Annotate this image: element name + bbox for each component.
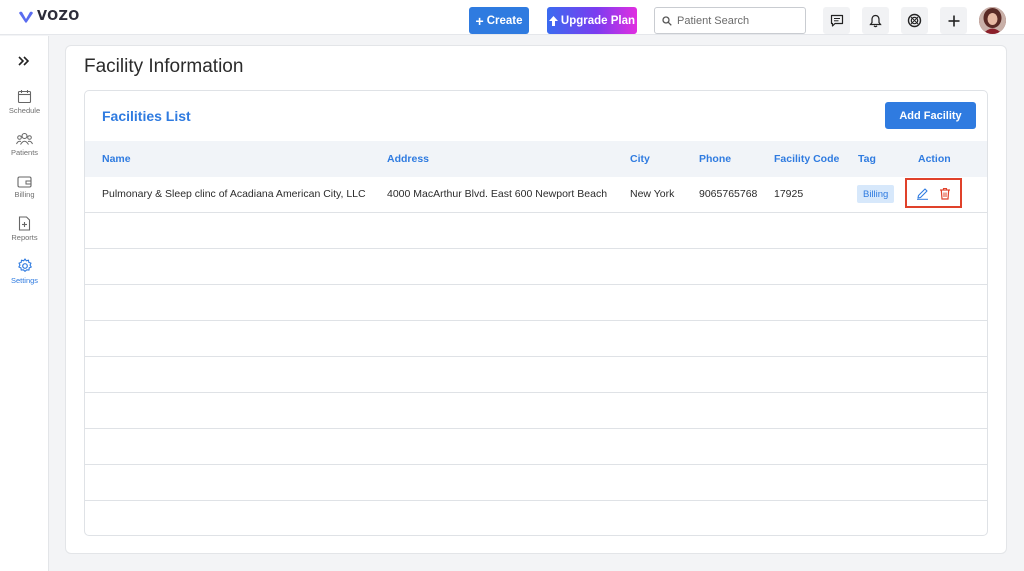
sidebar-item-schedule[interactable]: Schedule — [0, 89, 49, 115]
column-header-phone[interactable]: Phone — [699, 153, 731, 165]
column-header-address[interactable]: Address — [387, 153, 429, 165]
facility-address: 4000 MacArthur Blvd. East 600 Newport Be… — [387, 188, 608, 200]
table-row — [85, 213, 987, 249]
table-row[interactable]: Pulmonary & Sleep clinc of Acadiana Amer… — [85, 177, 987, 213]
notifications-button[interactable] — [862, 7, 889, 34]
calendar-icon — [17, 90, 32, 104]
facility-name: Pulmonary & Sleep clinc of Acadiana Amer… — [102, 188, 366, 200]
facility-code: 17925 — [774, 188, 804, 200]
facilities-panel: Facilities List Add Facility Name Addres… — [84, 90, 988, 536]
edit-button[interactable] — [916, 187, 929, 200]
table-row — [85, 357, 987, 393]
column-header-action: Action — [918, 153, 951, 165]
facility-city: New York — [630, 188, 675, 200]
table-row — [85, 321, 987, 357]
upgrade-plan-button[interactable]: Upgrade Plan — [547, 7, 637, 34]
column-header-name[interactable]: Name — [102, 153, 131, 165]
avatar-image — [979, 7, 1006, 34]
patient-search-input[interactable] — [677, 14, 797, 27]
vozo-logo-icon — [19, 11, 33, 23]
arrow-up-icon — [548, 15, 558, 26]
top-bar: VOZO + Create Upgrade Plan — [0, 0, 1024, 35]
gear-icon — [17, 258, 32, 272]
logo-text: VOZO — [37, 9, 80, 24]
column-header-tag[interactable]: Tag — [858, 153, 876, 165]
sidebar-item-label: Schedule — [8, 106, 41, 115]
facility-phone: 9065765768 — [699, 188, 758, 200]
table-row — [85, 393, 987, 429]
user-avatar[interactable] — [979, 7, 1006, 34]
create-button[interactable]: + Create — [469, 7, 529, 34]
bell-icon — [869, 14, 882, 27]
create-button-label: Create — [486, 14, 523, 27]
table-row — [85, 429, 987, 465]
plus-icon — [948, 15, 959, 26]
delete-button[interactable] — [939, 187, 951, 200]
expand-sidebar-button[interactable] — [15, 54, 33, 68]
add-facility-button[interactable]: Add Facility — [885, 102, 976, 129]
sidebar: Schedule Patients Billing Reports Settin… — [0, 36, 49, 571]
messages-button[interactable] — [823, 7, 850, 34]
patient-search[interactable] — [654, 7, 806, 34]
column-header-city[interactable]: City — [630, 153, 650, 165]
sidebar-item-label: Reports — [11, 233, 38, 242]
ai-assistant-button[interactable] — [901, 7, 928, 34]
wallet-icon — [17, 176, 32, 188]
sidebar-item-label: Billing — [14, 190, 35, 199]
sidebar-item-label: Settings — [10, 276, 39, 285]
chat-icon — [830, 14, 843, 27]
trash-icon — [940, 187, 950, 200]
sidebar-item-billing[interactable]: Billing — [0, 175, 49, 199]
double-chevron-right-icon — [18, 56, 30, 66]
facilities-list-title: Facilities List — [102, 108, 191, 124]
ai-icon — [907, 13, 922, 28]
table-row — [85, 249, 987, 285]
search-icon — [662, 15, 672, 26]
tag-badge: Billing — [857, 185, 895, 203]
report-icon — [18, 216, 31, 231]
sidebar-item-settings[interactable]: Settings — [0, 258, 49, 285]
logo[interactable]: VOZO — [18, 9, 80, 24]
sidebar-item-label: Patients — [10, 148, 39, 157]
patients-icon — [16, 132, 33, 145]
quick-add-button[interactable] — [940, 7, 967, 34]
page-title: Facility Information — [84, 56, 244, 77]
sidebar-item-reports[interactable]: Reports — [0, 216, 49, 242]
table-row — [85, 285, 987, 321]
pencil-icon — [917, 187, 928, 200]
table-header: Name Address City Phone Facility Code Ta… — [85, 141, 987, 177]
sidebar-item-patients[interactable]: Patients — [0, 132, 49, 157]
table-row — [85, 465, 987, 501]
plus-icon: + — [475, 12, 484, 29]
action-buttons — [905, 178, 962, 208]
upgrade-plan-label: Upgrade Plan — [560, 14, 636, 27]
column-header-facility-code[interactable]: Facility Code — [774, 153, 839, 165]
